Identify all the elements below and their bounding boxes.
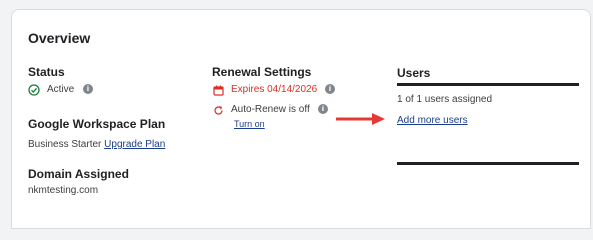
info-icon[interactable]: i (83, 84, 93, 94)
add-more-users-link[interactable]: Add more users (397, 115, 468, 126)
arrow-annotation-icon (335, 112, 386, 131)
plan-value-line: Business Starter Upgrade Plan (28, 139, 165, 150)
users-tab-underline (397, 83, 579, 86)
upgrade-plan-link[interactable]: Upgrade Plan (104, 139, 165, 150)
users-section-bar (397, 162, 579, 165)
status-label: Status (28, 65, 65, 79)
renewal-label: Renewal Settings (212, 65, 312, 79)
plan-label: Google Workspace Plan (28, 117, 166, 131)
users-tab-label: Users (397, 66, 431, 80)
auto-renew-text: Auto-Renew is off (231, 104, 310, 115)
overview-card: Overview Status Active i Google Workspac… (11, 9, 591, 229)
overview-title: Overview (28, 30, 91, 46)
domain-label: Domain Assigned (28, 167, 129, 181)
plan-value: Business Starter (28, 139, 102, 150)
users-assigned-text: 1 of 1 users assigned (397, 94, 493, 105)
users-tab[interactable]: Users (397, 64, 579, 86)
calendar-icon (213, 83, 224, 101)
status-value: Active (47, 84, 75, 95)
info-icon[interactable]: i (318, 104, 328, 114)
domain-value: nkmtesting.com (28, 185, 99, 196)
check-circle-icon (28, 83, 40, 101)
info-icon[interactable]: i (325, 84, 335, 94)
renew-off-icon (213, 103, 224, 121)
turn-on-link[interactable]: Turn on (234, 119, 265, 129)
expires-text: Expires 04/14/2026 (231, 84, 318, 95)
